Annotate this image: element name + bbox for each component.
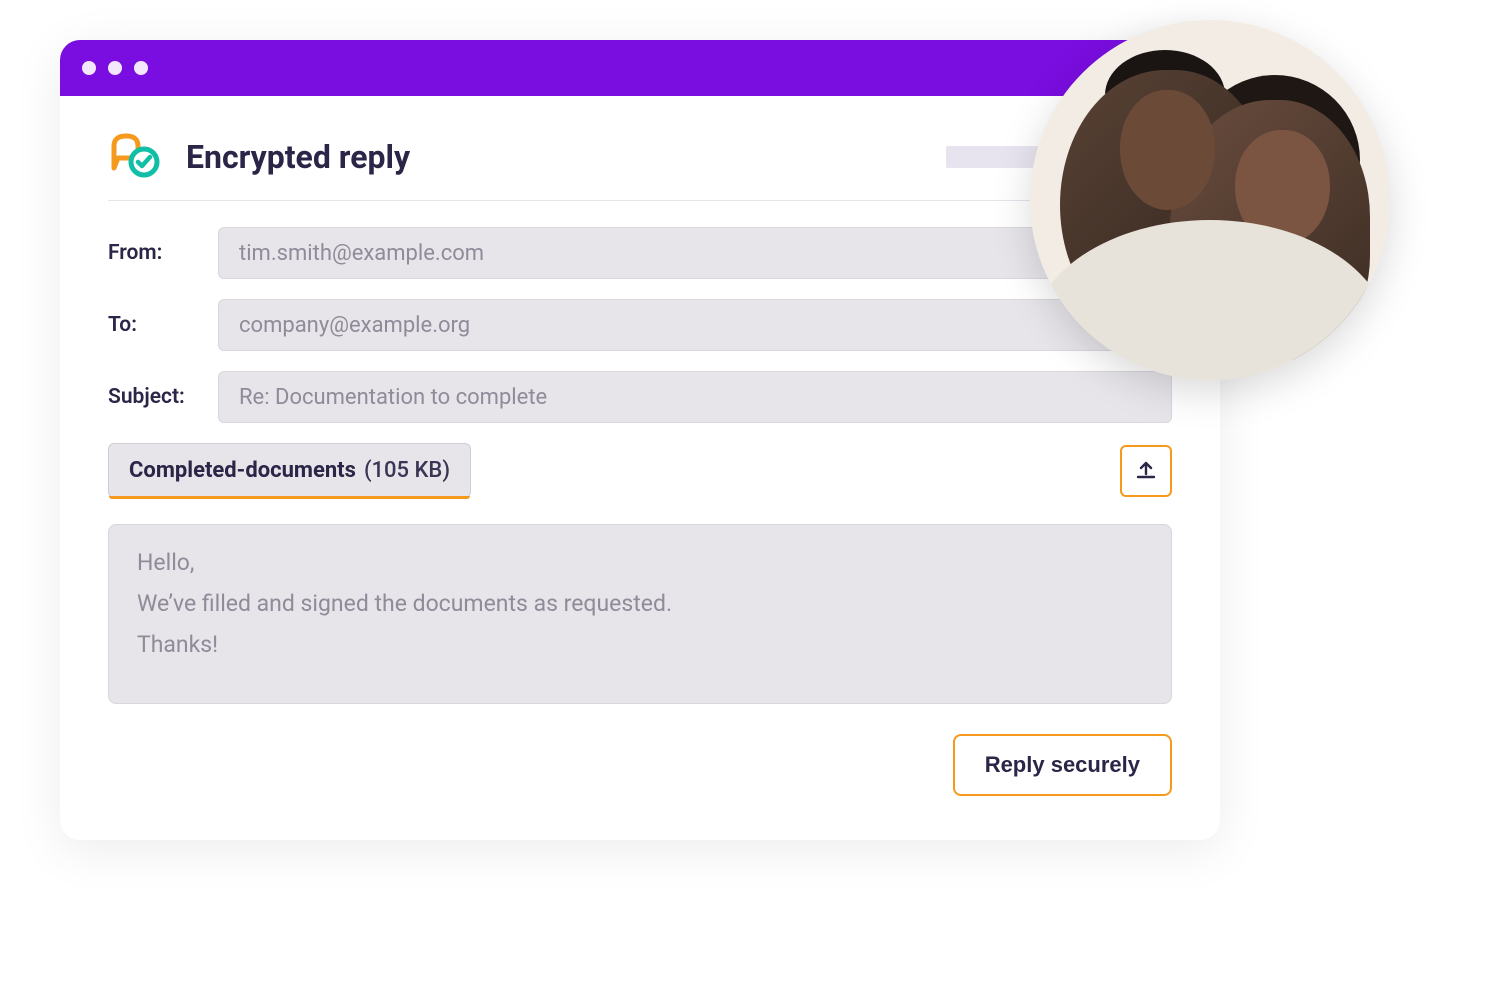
subject-label: Subject: <box>108 385 218 409</box>
page-title: Encrypted reply <box>186 138 410 176</box>
from-field[interactable]: tim.smith@example.com <box>218 227 1172 279</box>
window-titlebar <box>60 40 1220 96</box>
subject-row: Subject: Re: Documentation to complete <box>108 371 1172 423</box>
body-line: Thanks! <box>137 631 1143 658</box>
from-value: tim.smith@example.com <box>239 241 484 266</box>
hero-photo <box>1030 20 1390 380</box>
subject-field[interactable]: Re: Documentation to complete <box>218 371 1172 423</box>
window-dot[interactable] <box>134 61 148 75</box>
compose-form: From: tim.smith@example.com To: company@… <box>108 227 1172 796</box>
body-line: Hello, <box>137 549 1143 576</box>
window-dot[interactable] <box>108 61 122 75</box>
app-logo-icon <box>108 132 164 182</box>
attachment-chip[interactable]: Completed-documents (105 KB) <box>108 443 471 498</box>
message-body[interactable]: Hello, We’ve filled and signed the docum… <box>108 524 1172 704</box>
to-value: company@example.org <box>239 313 470 338</box>
upload-icon <box>1134 457 1158 484</box>
photo-shape <box>1120 90 1215 210</box>
to-label: To: <box>108 313 218 337</box>
to-row: To: company@example.org <box>108 299 1172 351</box>
page-header: Encrypted reply <box>108 132 1172 201</box>
stage: Encrypted reply From: tim.smith@example.… <box>60 40 1380 840</box>
footer-actions: Reply securely <box>108 734 1172 796</box>
attachment-size: (105 KB) <box>364 458 450 483</box>
attachments-row: Completed-documents (105 KB) <box>108 443 1172 498</box>
body-line: We’ve filled and signed the documents as… <box>137 590 1143 617</box>
reply-securely-button[interactable]: Reply securely <box>953 734 1172 796</box>
subject-value: Re: Documentation to complete <box>239 385 547 410</box>
attachment-name: Completed-documents <box>129 458 356 483</box>
from-label: From: <box>108 241 218 265</box>
from-row: From: tim.smith@example.com <box>108 227 1172 279</box>
to-field[interactable]: company@example.org <box>218 299 1172 351</box>
upload-button[interactable] <box>1120 445 1172 497</box>
window-dot[interactable] <box>82 61 96 75</box>
